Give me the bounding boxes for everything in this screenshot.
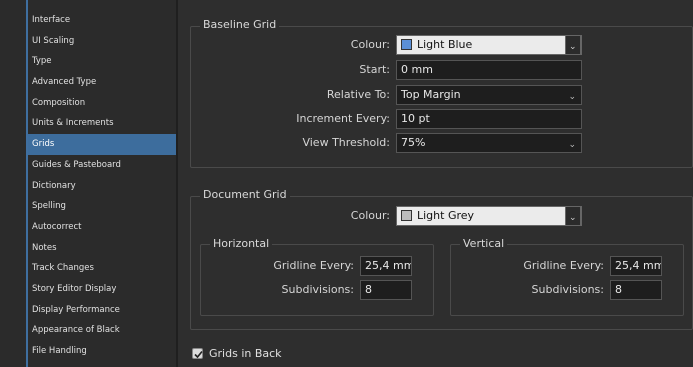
chevron-down-icon[interactable]: ⌄ <box>565 35 581 55</box>
sidebar-item-ui-scaling[interactable]: UI Scaling <box>28 31 176 52</box>
grids-in-back-checkbox[interactable] <box>192 348 203 359</box>
grids-in-back-label: Grids in Back <box>209 347 282 360</box>
vertical-subdivisions-input[interactable]: 8 <box>610 280 662 300</box>
horizontal-gridline-input[interactable]: 25,4 mm <box>360 256 412 276</box>
checkmark-icon <box>194 350 203 359</box>
chevron-down-icon: ⌄ <box>568 92 576 102</box>
baseline-colour-select[interactable]: Light Blue ⌄ <box>396 35 582 55</box>
sidebar-item-appearance-of-black[interactable]: Appearance of Black <box>28 320 176 341</box>
baseline-increment-label: Increment Every: <box>296 112 390 125</box>
sidebar-list: Interface UI Scaling Type Advanced Type … <box>28 10 176 362</box>
baseline-relative-select[interactable]: Top Margin ⌄ <box>396 85 582 105</box>
sidebar-item-story-editor-display[interactable]: Story Editor Display <box>28 279 176 300</box>
horizontal-subdivisions-label: Subdivisions: <box>281 283 354 296</box>
vertical-subdivisions-label: Subdivisions: <box>531 283 604 296</box>
sidebar-item-file-handling[interactable]: File Handling <box>28 341 176 362</box>
preferences-sidebar: Interface UI Scaling Type Advanced Type … <box>0 0 176 367</box>
horizontal-subdivisions-input[interactable]: 8 <box>360 280 412 300</box>
chevron-down-icon[interactable]: ⌄ <box>565 206 581 226</box>
horizontal-title: Horizontal <box>210 237 273 250</box>
baseline-grid-title: Baseline Grid <box>200 18 280 31</box>
sidebar-item-composition[interactable]: Composition <box>28 93 176 114</box>
vertical-gridline-input[interactable]: 25,4 mm <box>610 256 662 276</box>
sidebar-item-dictionary[interactable]: Dictionary <box>28 176 176 197</box>
document-colour-select[interactable]: Light Grey ⌄ <box>396 206 582 226</box>
vertical-title: Vertical <box>460 237 508 250</box>
baseline-colour-label: Colour: <box>350 38 390 51</box>
chevron-down-icon: ⌄ <box>568 140 576 150</box>
sidebar-item-type[interactable]: Type <box>28 51 176 72</box>
baseline-colour-value: Light Blue <box>417 38 473 51</box>
sidebar-item-spelling[interactable]: Spelling <box>28 196 176 217</box>
sidebar-item-units-increments[interactable]: Units & Increments <box>28 113 176 134</box>
sidebar-item-autocorrect[interactable]: Autocorrect <box>28 217 176 238</box>
baseline-relative-value: Top Margin <box>401 88 461 101</box>
sidebar-item-track-changes[interactable]: Track Changes <box>28 258 176 279</box>
sidebar-item-interface[interactable]: Interface <box>28 10 176 31</box>
horizontal-gridline-label: Gridline Every: <box>273 259 354 272</box>
grids-panel: Baseline Grid Colour: Light Blue ⌄ Start… <box>178 0 693 367</box>
sidebar-item-notes[interactable]: Notes <box>28 238 176 259</box>
document-colour-label: Colour: <box>350 209 390 222</box>
baseline-increment-input[interactable]: 10 pt <box>396 109 582 129</box>
sidebar-item-advanced-type[interactable]: Advanced Type <box>28 72 176 93</box>
document-grid-title: Document Grid <box>200 188 290 201</box>
colour-swatch <box>401 210 412 221</box>
baseline-start-input[interactable]: 0 mm <box>396 60 582 80</box>
sidebar-item-grids[interactable]: Grids <box>28 134 176 155</box>
sidebar-item-guides-pasteboard[interactable]: Guides & Pasteboard <box>28 155 176 176</box>
baseline-threshold-select[interactable]: 75% ⌄ <box>396 133 582 153</box>
document-colour-value: Light Grey <box>417 209 475 222</box>
baseline-threshold-label: View Threshold: <box>302 136 390 149</box>
baseline-start-label: Start: <box>359 63 390 76</box>
vertical-gridline-label: Gridline Every: <box>523 259 604 272</box>
colour-swatch <box>401 39 412 50</box>
baseline-relative-label: Relative To: <box>326 88 390 101</box>
sidebar-item-display-performance[interactable]: Display Performance <box>28 300 176 321</box>
baseline-threshold-value: 75% <box>401 136 426 149</box>
